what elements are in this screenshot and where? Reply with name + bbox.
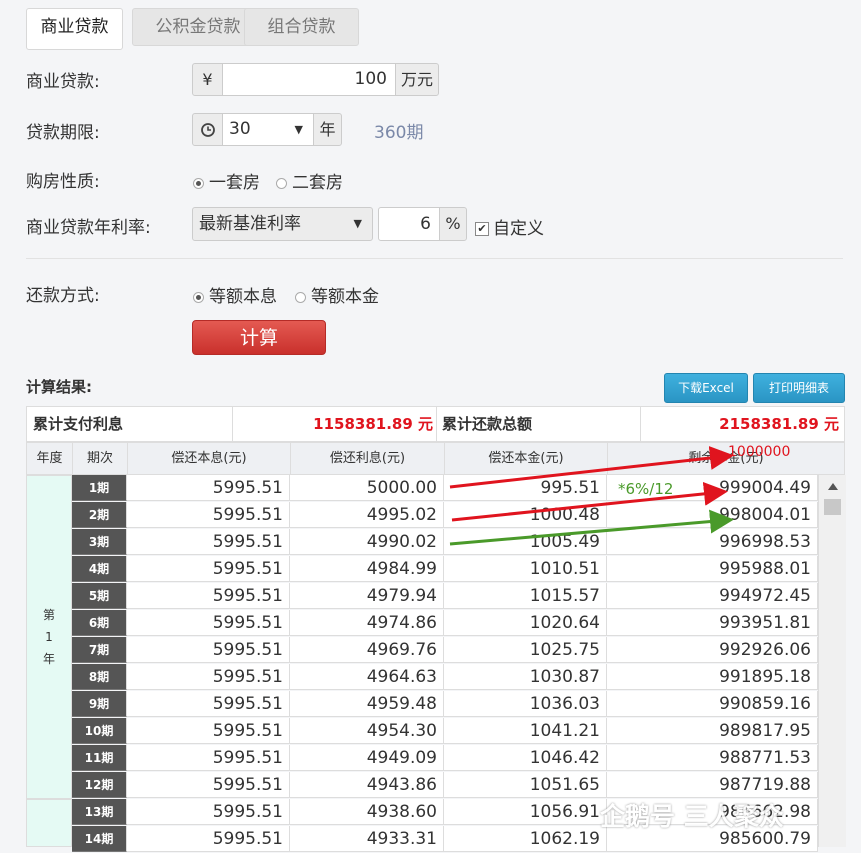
red-arrow-2: [451, 481, 728, 522]
annotation-arrows: [449, 446, 734, 546]
green-arrow: [449, 509, 734, 546]
watermark: 企鹅号 三人聚众: [600, 802, 784, 831]
red-arrow-1: [449, 446, 734, 489]
